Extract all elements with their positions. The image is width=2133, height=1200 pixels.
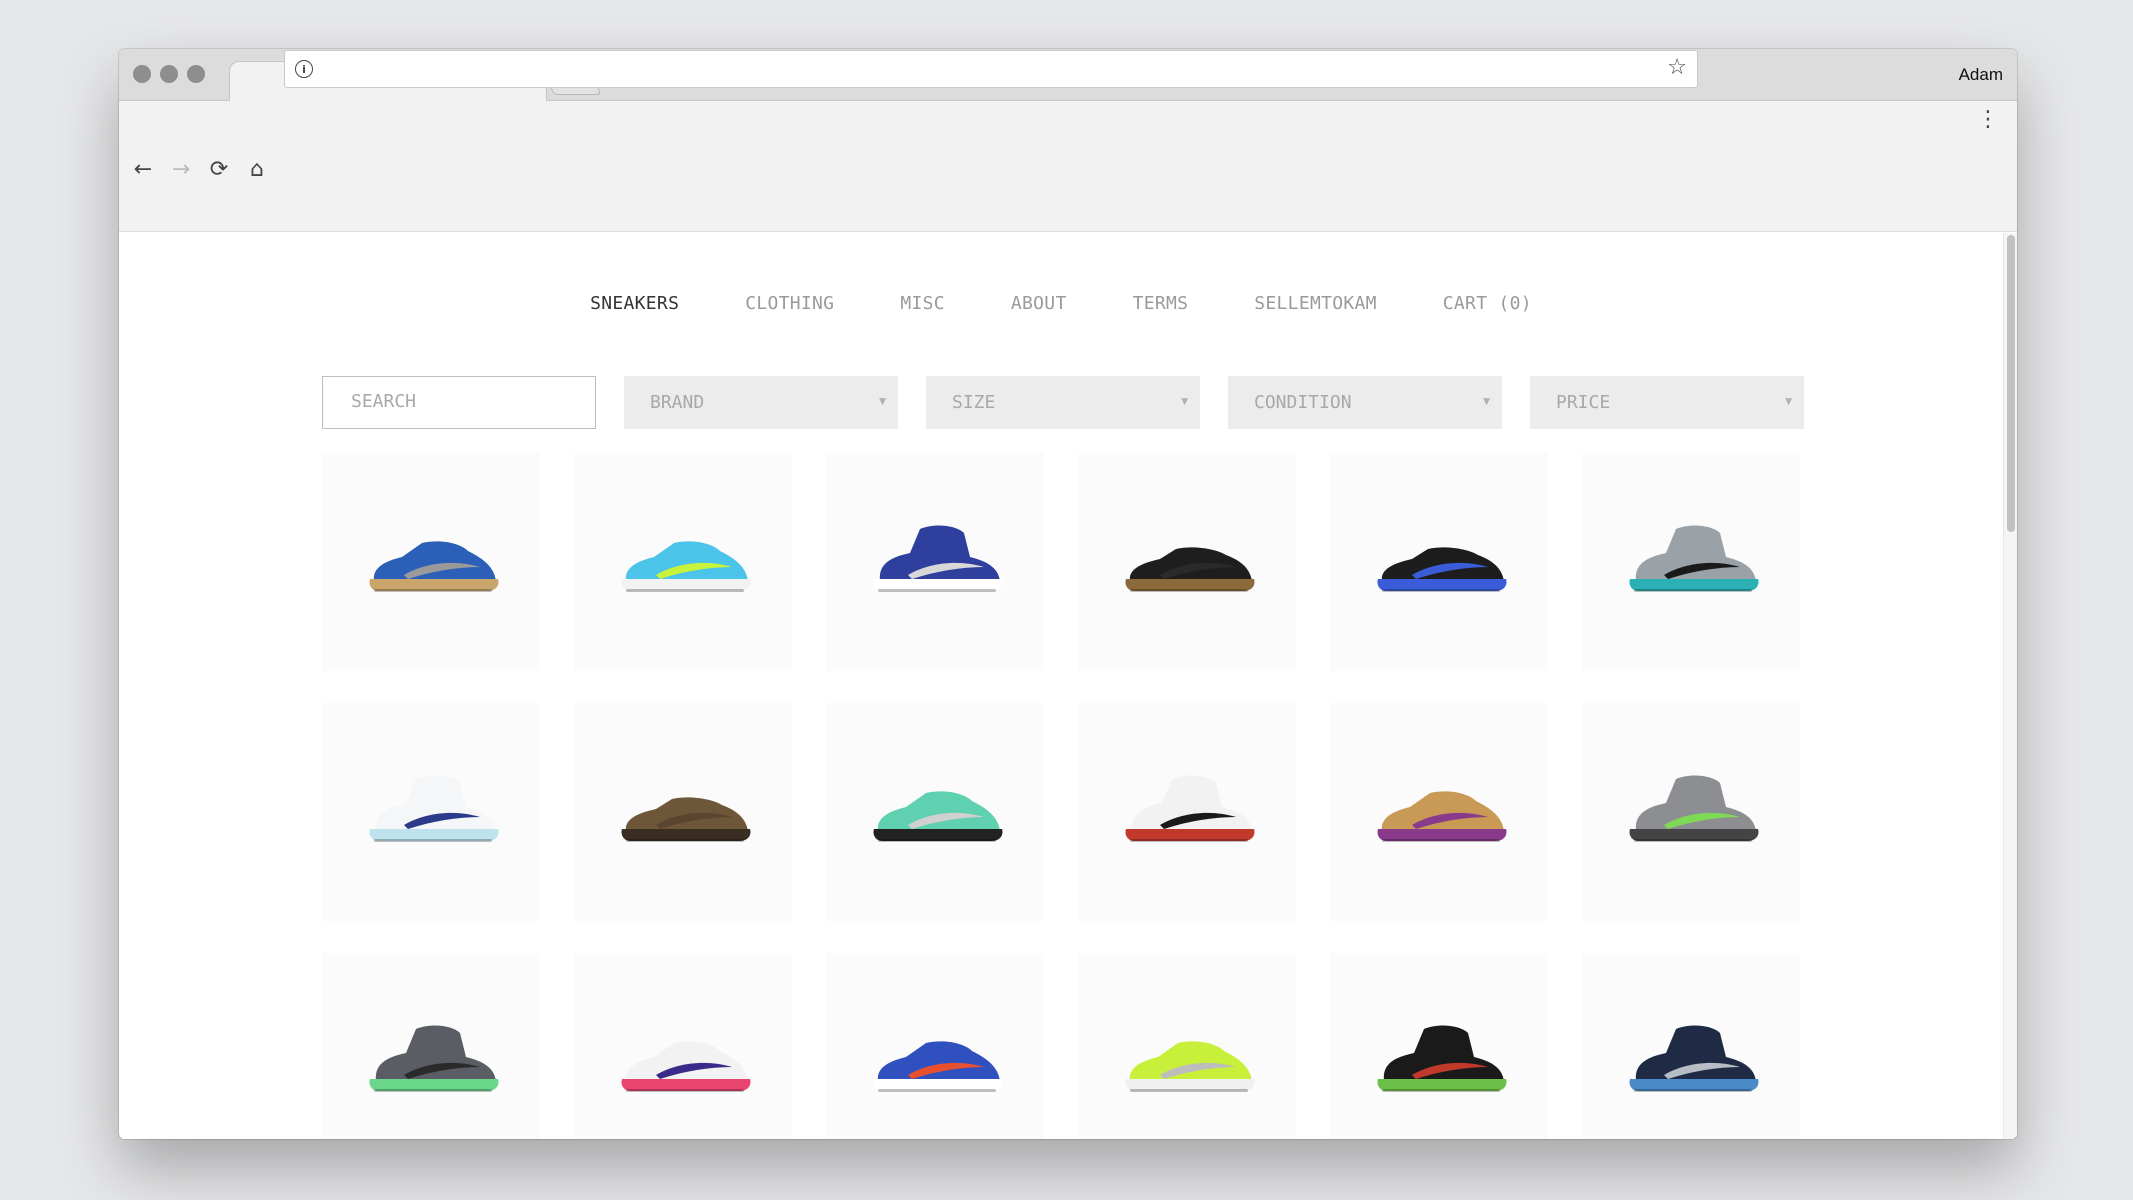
scrollbar-thumb[interactable] bbox=[2007, 235, 2015, 532]
sneaker-image bbox=[369, 1025, 499, 1092]
product-card[interactable] bbox=[826, 953, 1044, 1139]
filter-bar: SEARCH BRAND ▼ SIZE ▼ CONDITION ▼ PRICE … bbox=[322, 376, 1804, 429]
sneaker-image bbox=[621, 797, 751, 842]
condition-select[interactable]: CONDITION ▼ bbox=[1228, 376, 1502, 429]
product-card[interactable] bbox=[1330, 453, 1548, 671]
sneaker-image bbox=[621, 1041, 751, 1092]
product-card[interactable] bbox=[322, 703, 540, 921]
product-card[interactable] bbox=[574, 953, 792, 1139]
product-card[interactable] bbox=[1330, 953, 1548, 1139]
sneaker-image bbox=[873, 525, 1003, 592]
forward-icon[interactable]: → bbox=[165, 153, 197, 185]
sneaker-image bbox=[621, 541, 751, 592]
product-card[interactable] bbox=[322, 953, 540, 1139]
condition-select-label: CONDITION bbox=[1254, 392, 1352, 413]
reload-icon[interactable]: ⟳ bbox=[203, 153, 235, 185]
sneaker-image bbox=[873, 791, 1003, 842]
browser-toolbar: ← → ⟳ ⌂ i ☆ ⋮ bbox=[119, 50, 2017, 232]
sneaker-image bbox=[1377, 791, 1507, 842]
product-card[interactable] bbox=[1078, 953, 1296, 1139]
chevron-down-icon: ▼ bbox=[1785, 397, 1792, 407]
sneaker-image bbox=[1125, 1041, 1255, 1092]
product-card[interactable] bbox=[1078, 453, 1296, 671]
product-card[interactable] bbox=[826, 453, 1044, 671]
nav-sneakers[interactable]: SNEAKERS bbox=[590, 293, 679, 314]
sneaker-image bbox=[1629, 525, 1759, 592]
address-bar[interactable]: i ☆ bbox=[284, 50, 1698, 88]
nav-terms[interactable]: TERMS bbox=[1133, 293, 1189, 314]
product-card[interactable] bbox=[1582, 703, 1800, 921]
sneaker-image bbox=[1377, 547, 1507, 592]
nav-about[interactable]: ABOUT bbox=[1011, 293, 1067, 314]
product-card[interactable] bbox=[574, 703, 792, 921]
size-select-label: SIZE bbox=[952, 392, 996, 413]
maximize-window-button[interactable] bbox=[187, 65, 205, 83]
info-icon[interactable]: i bbox=[295, 60, 313, 78]
chevron-down-icon: ▼ bbox=[1483, 397, 1490, 407]
brand-select[interactable]: BRAND ▼ bbox=[624, 376, 898, 429]
nav-cart[interactable]: CART (0) bbox=[1443, 293, 1532, 314]
profile-name[interactable]: Adam bbox=[1959, 65, 2003, 85]
page-viewport: SNEAKERS CLOTHING MISC ABOUT TERMS SELLE… bbox=[119, 233, 2017, 1139]
sneaker-image bbox=[1125, 547, 1255, 592]
nav-sellemtokam[interactable]: SELLEMTOKAM bbox=[1254, 293, 1377, 314]
price-select[interactable]: PRICE ▼ bbox=[1530, 376, 1804, 429]
chevron-down-icon: ▼ bbox=[879, 397, 886, 407]
minimize-window-button[interactable] bbox=[160, 65, 178, 83]
sneaker-image bbox=[1629, 1025, 1759, 1092]
nav-clothing[interactable]: CLOTHING bbox=[745, 293, 834, 314]
product-card[interactable] bbox=[1078, 703, 1296, 921]
product-card[interactable] bbox=[1582, 453, 1800, 671]
sneaker-image bbox=[1629, 775, 1759, 842]
page-scrollbar[interactable] bbox=[2003, 233, 2017, 1139]
sneaker-image bbox=[873, 1041, 1003, 1092]
product-card[interactable] bbox=[826, 703, 1044, 921]
product-card[interactable] bbox=[322, 453, 540, 671]
chevron-down-icon: ▼ bbox=[1181, 397, 1188, 407]
search-input[interactable]: SEARCH bbox=[322, 376, 596, 429]
product-card[interactable] bbox=[1330, 703, 1548, 921]
menu-dots-icon[interactable]: ⋮ bbox=[1977, 107, 1999, 132]
product-card[interactable] bbox=[574, 453, 792, 671]
main-nav: SNEAKERS CLOTHING MISC ABOUT TERMS SELLE… bbox=[119, 293, 2003, 314]
home-icon[interactable]: ⌂ bbox=[241, 153, 273, 185]
close-window-button[interactable] bbox=[133, 65, 151, 83]
size-select[interactable]: SIZE ▼ bbox=[926, 376, 1200, 429]
sneaker-image bbox=[369, 775, 499, 842]
back-icon[interactable]: ← bbox=[127, 153, 159, 185]
brand-select-label: BRAND bbox=[650, 392, 705, 413]
product-card[interactable] bbox=[1582, 953, 1800, 1139]
nav-misc[interactable]: MISC bbox=[900, 293, 945, 314]
browser-window: × Adam ← → ⟳ ⌂ i ☆ ⋮ SNEAKERS CLOTHING M… bbox=[119, 49, 2017, 1139]
sneaker-image bbox=[369, 541, 499, 592]
price-select-label: PRICE bbox=[1556, 392, 1611, 413]
bookmark-star-icon[interactable]: ☆ bbox=[1667, 55, 1687, 80]
sneaker-image bbox=[1377, 1025, 1507, 1092]
sneaker-image bbox=[1125, 775, 1255, 842]
